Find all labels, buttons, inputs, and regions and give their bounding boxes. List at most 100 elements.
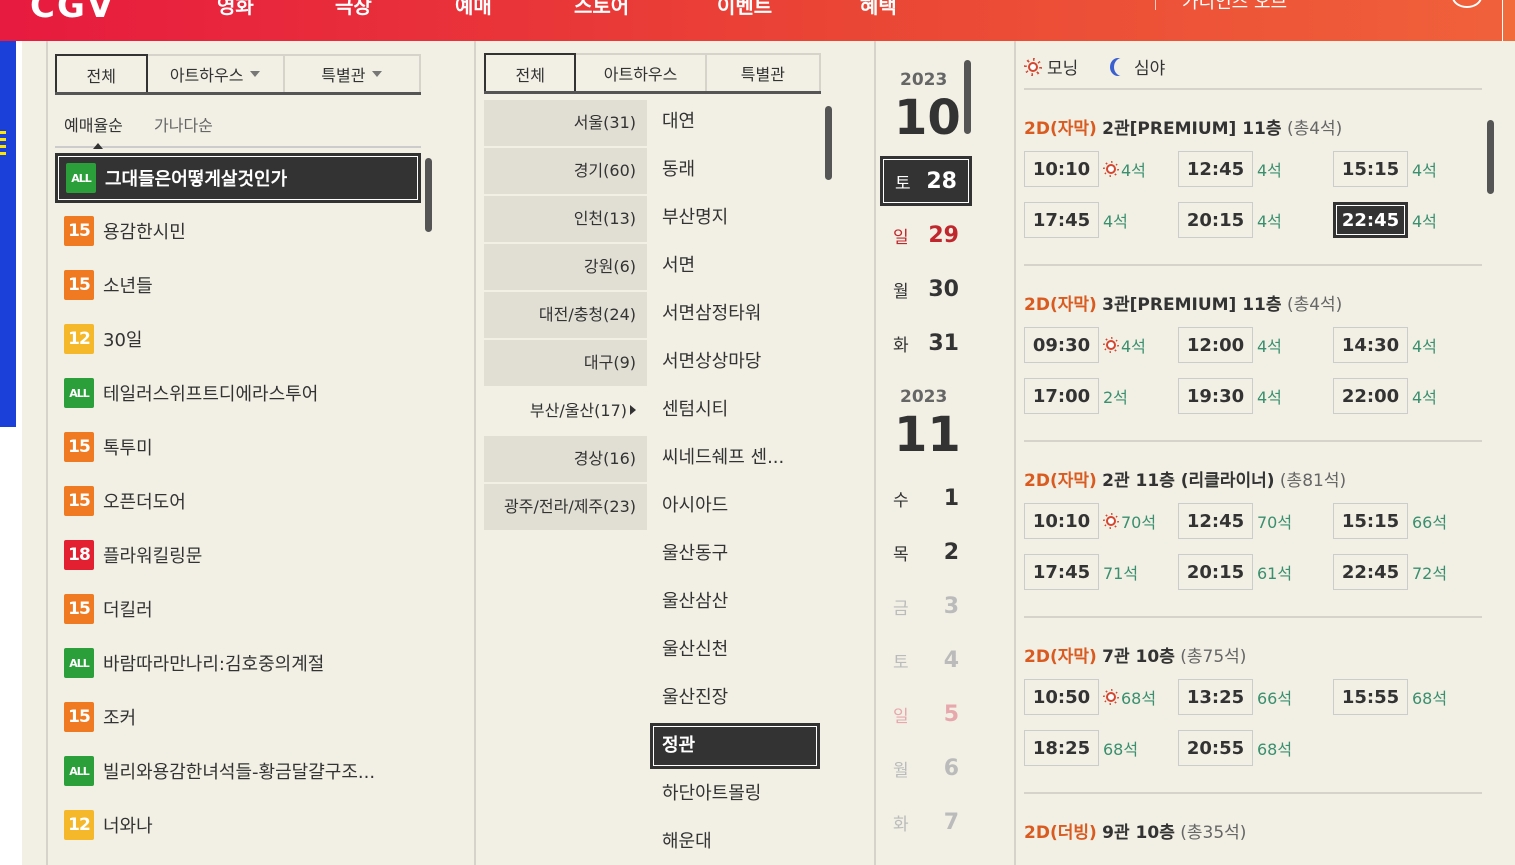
showtime-slot[interactable]: 10:10 4석 [1024,151,1146,187]
date-item[interactable]: 화7 [880,797,972,847]
showtime-slot[interactable]: 12:45 70석 [1178,503,1292,539]
theater-item[interactable]: 동래 [662,150,819,190]
showtime-button[interactable]: 17:00 [1024,378,1099,414]
movie-item[interactable]: ALL 테일러스위프트디에라스투어 [55,369,421,417]
showtime-slot[interactable]: 14:30 4석 [1333,327,1437,363]
movie-item[interactable]: 12 너와나 [55,801,421,849]
time-scrollbar[interactable] [1487,120,1494,194]
nav-movie[interactable]: 영화 [217,0,254,19]
showtime-slot[interactable]: 13:25 66석 [1178,679,1292,715]
showtime-button[interactable]: 12:00 [1178,327,1253,363]
date-item[interactable]: 일 29 [880,210,972,260]
theater-item[interactable]: 울산진장 [662,678,819,718]
side-floating-tab[interactable] [0,41,16,427]
showtime-slot[interactable]: 22:00 4석 [1333,378,1437,414]
showtime-slot[interactable]: 12:00 4석 [1178,327,1282,363]
movie-item[interactable]: 15 용감한시민 [55,207,421,255]
showtime-slot[interactable]: 22:45 72석 [1333,554,1447,590]
tab-all[interactable]: 전체 [484,53,577,93]
showtime-button[interactable]: 22:45 [1333,202,1408,238]
theater-item[interactable]: 서면상상마당 [662,342,819,382]
showtime-button[interactable]: 22:00 [1333,378,1408,414]
nav-theater[interactable]: 극장 [335,0,372,19]
showtime-slot[interactable]: 20:55 68석 [1178,730,1292,766]
showtime-button[interactable]: 10:10 [1024,503,1099,539]
theater-item[interactable]: 아시아드 [662,486,819,526]
theater-item[interactable]: 울산삼산 [662,582,819,622]
sort-by-name[interactable]: 가나다순 [154,112,213,136]
theater-item[interactable]: 센텀시티 [662,390,819,430]
date-item[interactable]: 월6 [880,743,972,793]
showtime-button[interactable]: 15:55 [1333,679,1408,715]
movie-item[interactable]: 15 톡투미 [55,423,421,471]
tab-all[interactable]: 전체 [55,54,148,94]
movie-item[interactable]: 15 더킬러 [55,585,421,633]
region-item[interactable]: 경기(60) [484,148,647,194]
tab-special[interactable]: 특별관 [706,55,819,91]
theater-item[interactable]: 서면삼정타워 [662,294,819,334]
tab-special[interactable]: 특별관 [284,56,419,92]
showtime-button[interactable]: 09:30 [1024,327,1099,363]
showtime-button[interactable]: 20:55 [1178,730,1253,766]
showtime-button[interactable]: 14:30 [1333,327,1408,363]
tab-arthouse[interactable]: 아트하우스 [147,56,285,92]
region-item[interactable]: 부산/울산(17) [484,388,647,434]
showtime-slot[interactable]: 20:15 4석 [1178,202,1282,238]
theater-scrollbar[interactable] [825,106,832,180]
tab-arthouse[interactable]: 아트하우스 [576,55,707,91]
date-item[interactable]: 목2 [880,527,972,577]
showtime-slot[interactable]: 15:55 68석 [1333,679,1447,715]
date-item[interactable]: 일5 [880,689,972,739]
movie-item[interactable]: 15 조커 [55,693,421,741]
showtime-slot[interactable]: 22:45 4석 [1333,202,1437,238]
showtime-slot[interactable]: 10:50 68석 [1024,679,1156,715]
nav-benefit[interactable]: 혜택 [860,0,897,19]
theater-item[interactable]: 대연 [662,102,819,142]
showtime-button[interactable]: 19:30 [1178,378,1253,414]
showtime-slot[interactable]: 19:30 4석 [1178,378,1282,414]
showtime-button[interactable]: 20:15 [1178,554,1253,590]
theater-item[interactable]: 울산신천 [662,630,819,670]
region-item[interactable]: 광주/전라/제주(23) [484,484,647,530]
showtime-button[interactable]: 18:25 [1024,730,1099,766]
date-item[interactable]: 금3 [880,581,972,631]
showtime-slot[interactable]: 20:15 61석 [1178,554,1292,590]
search-input[interactable]: 가디언즈 오브 [1155,0,1455,13]
movie-item[interactable]: ALL 그대들은어떻게살것인가 [55,153,421,203]
showtime-button[interactable]: 12:45 [1178,503,1253,539]
theater-item[interactable]: 정관 [650,723,820,769]
showtime-button[interactable]: 13:25 [1178,679,1253,715]
movie-item[interactable]: 18 플라워킬링문 [55,531,421,579]
showtime-button[interactable]: 22:45 [1333,554,1408,590]
showtime-button[interactable]: 10:50 [1024,679,1099,715]
date-item[interactable]: 토 28 [880,156,972,206]
theater-item[interactable]: 울산동구 [662,534,819,574]
movie-item[interactable]: 12 30일 [55,315,421,363]
theater-item[interactable]: 부산명지 [662,198,819,238]
showtime-slot[interactable]: 17:00 2석 [1024,378,1128,414]
theater-item[interactable]: 씨네드쉐프 센... [662,438,819,478]
theater-item[interactable]: 하단아트몰링 [662,774,819,814]
region-item[interactable]: 인천(13) [484,196,647,242]
region-item[interactable]: 대구(9) [484,340,647,386]
sort-by-rate[interactable]: 예매율순 [64,112,123,136]
theater-item[interactable]: 해운대 [662,822,819,862]
showtime-button[interactable]: 15:15 [1333,151,1408,187]
showtime-button[interactable]: 12:45 [1178,151,1253,187]
date-item[interactable]: 월 30 [880,264,972,314]
region-item[interactable]: 서울(31) [484,100,647,146]
date-item[interactable]: 토4 [880,635,972,685]
region-item[interactable]: 경상(16) [484,436,647,482]
nav-booking[interactable]: 예매 [455,0,492,19]
cgv-logo[interactable]: CGV [30,0,115,26]
showtime-slot[interactable]: 09:30 4석 [1024,327,1146,363]
showtime-slot[interactable]: 12:45 4석 [1178,151,1282,187]
showtime-slot[interactable]: 17:45 71석 [1024,554,1138,590]
movie-item[interactable]: 15 소년들 [55,261,421,309]
showtime-slot[interactable]: 10:10 70석 [1024,503,1156,539]
showtime-slot[interactable]: 15:15 4석 [1333,151,1437,187]
theater-item[interactable]: 서면 [662,246,819,286]
movie-item[interactable]: ALL 바람따라만나리:김호중의계절 [55,639,421,687]
showtime-button[interactable]: 15:15 [1333,503,1408,539]
showtime-button[interactable]: 17:45 [1024,202,1099,238]
